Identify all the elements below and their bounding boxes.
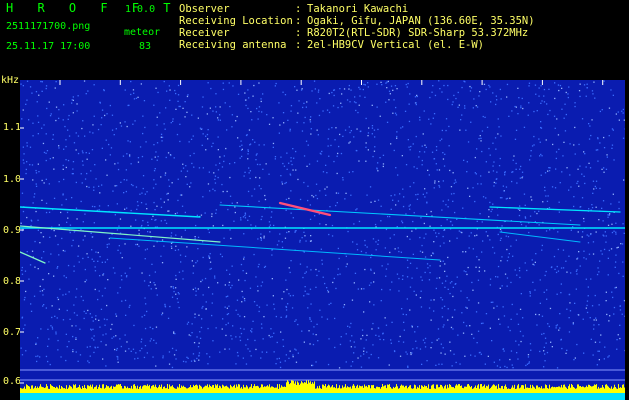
file-name: 2511171700.png [6, 21, 91, 32]
y-tick-label: 0.6 [3, 376, 22, 387]
spectrogram-background [20, 80, 625, 400]
info-value-antenna: 2el-HB9CV Vertical (el. E-W) [307, 39, 485, 51]
detection-label: meteor [124, 27, 161, 38]
y-tick-label: 1.1 [3, 122, 22, 133]
y-axis-unit: kHz [1, 75, 20, 86]
y-tick-label: 0.8 [3, 276, 22, 287]
info-key-antenna: Receiving antenna [179, 39, 287, 51]
level-baseline [20, 393, 625, 400]
y-tick-label: 0.7 [3, 327, 22, 338]
y-tick-label: 1.0 [3, 174, 22, 185]
timestamp: 25.11.17 17:00 [6, 41, 91, 52]
y-tick-label: 0.9 [3, 225, 22, 236]
spectrogram-plot [20, 80, 625, 400]
detection-count: 83 [139, 41, 152, 52]
info-sep-antenna: : [295, 39, 302, 51]
app-version: 1.0.0 [125, 4, 156, 15]
